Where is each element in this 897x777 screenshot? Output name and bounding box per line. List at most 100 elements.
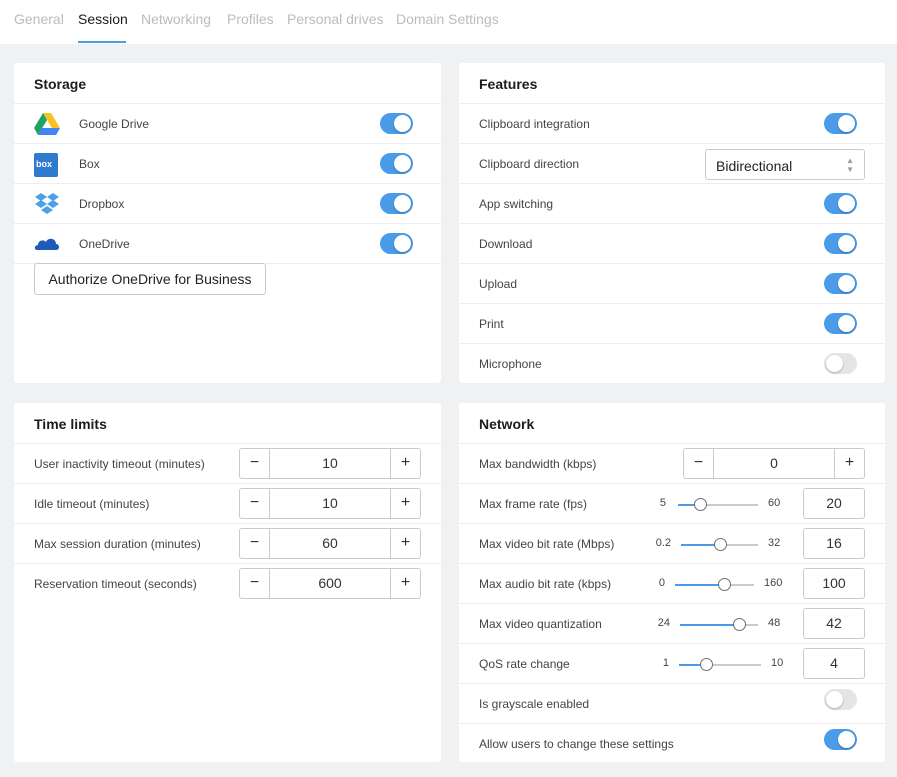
max-video-bit-rate-input[interactable]: 16 [803, 528, 865, 559]
allow-users-change-settings-toggle[interactable] [824, 729, 857, 750]
network-row-qos-rate-change: QoS rate change 1 10 4 [459, 643, 885, 683]
google-drive-icon [34, 113, 60, 135]
idle-timeout-input[interactable]: 10 [270, 489, 390, 518]
slider-max-label: 32 [768, 537, 781, 549]
dropbox-icon [35, 193, 59, 214]
feature-row-app-switching: App switching [459, 183, 885, 223]
max-session-duration-label: Max session duration (minutes) [34, 537, 201, 551]
upload-toggle[interactable] [824, 273, 857, 294]
reservation-timeout-input[interactable]: 600 [270, 569, 390, 598]
authorize-onedrive-business-button[interactable]: Authorize OneDrive for Business [34, 263, 266, 295]
storage-panel: Storage Google Drive box Box Dropbox One… [14, 63, 441, 383]
reservation-timeout-label: Reservation timeout (seconds) [34, 577, 197, 591]
download-label: Download [479, 237, 533, 251]
time-limits-title: Time limits [34, 416, 107, 432]
decrement-button[interactable]: − [684, 449, 714, 478]
time-row-reservation: Reservation timeout (seconds) − 600 + [14, 563, 441, 603]
clipboard-direction-select[interactable]: Bidirectional ▲ ▼ [705, 149, 865, 180]
tab-session[interactable]: Session [78, 11, 128, 27]
user-inactivity-timeout-label: User inactivity timeout (minutes) [34, 457, 205, 471]
max-video-quantization-input[interactable]: 42 [803, 608, 865, 639]
is-grayscale-enabled-toggle[interactable] [824, 689, 857, 710]
slider-max-label: 10 [771, 657, 784, 669]
time-row-user-inactivity: User inactivity timeout (minutes) − 10 + [14, 443, 441, 483]
slider-thumb[interactable] [700, 658, 713, 671]
storage-row-box: box Box [14, 143, 441, 183]
max-video-bit-rate-slider[interactable] [681, 538, 758, 551]
slider-thumb[interactable] [714, 538, 727, 551]
storage-row-dropbox: Dropbox [14, 183, 441, 223]
network-row-grayscale: Is grayscale enabled [459, 683, 885, 723]
increment-button[interactable]: + [390, 569, 420, 598]
box-toggle[interactable] [380, 153, 413, 174]
storage-row-google-drive: Google Drive [14, 103, 441, 143]
tab-networking[interactable]: Networking [141, 11, 211, 27]
slider-max-label: 48 [768, 617, 781, 629]
allow-users-change-settings-label: Allow users to change these settings [479, 737, 674, 751]
feature-row-clipboard-integration: Clipboard integration [459, 103, 885, 143]
dropbox-label: Dropbox [79, 197, 125, 211]
dropbox-toggle[interactable] [380, 193, 413, 214]
network-panel: Network Max bandwidth (kbps) − 0 + Max f… [459, 403, 885, 762]
slider-thumb[interactable] [733, 618, 746, 631]
max-session-duration-input[interactable]: 60 [270, 529, 390, 558]
network-row-max-bandwidth: Max bandwidth (kbps) − 0 + [459, 443, 885, 483]
max-bandwidth-label: Max bandwidth (kbps) [479, 457, 597, 471]
slider-min-label: 5 [659, 497, 666, 509]
decrement-button[interactable]: − [240, 489, 270, 518]
max-video-quantization-label: Max video quantization [479, 617, 602, 631]
network-row-max-audio-bit-rate: Max audio bit rate (kbps) 0 160 100 [459, 563, 885, 603]
slider-max-label: 160 [764, 577, 783, 589]
tab-profiles[interactable]: Profiles [227, 11, 274, 27]
onedrive-toggle[interactable] [380, 233, 413, 254]
slider-thumb[interactable] [694, 498, 707, 511]
max-bandwidth-input[interactable]: 0 [714, 449, 834, 478]
app-switching-toggle[interactable] [824, 193, 857, 214]
features-panel: Features Clipboard integration Clipboard… [459, 63, 885, 383]
slider-min-label: 0.2 [655, 537, 671, 549]
slider-thumb[interactable] [718, 578, 731, 591]
box-label: Box [79, 157, 100, 171]
decrement-button[interactable]: − [240, 569, 270, 598]
reservation-timeout-stepper: − 600 + [239, 568, 421, 599]
max-frame-rate-input[interactable]: 20 [803, 488, 865, 519]
tab-domain-settings[interactable]: Domain Settings [396, 11, 499, 27]
print-toggle[interactable] [824, 313, 857, 334]
increment-button[interactable]: + [390, 529, 420, 558]
qos-rate-change-input[interactable]: 4 [803, 648, 865, 679]
print-label: Print [479, 317, 504, 331]
feature-row-upload: Upload [459, 263, 885, 303]
max-audio-bit-rate-input[interactable]: 100 [803, 568, 865, 599]
decrement-button[interactable]: − [240, 529, 270, 558]
network-title: Network [479, 416, 535, 432]
tab-personal-drives[interactable]: Personal drives [287, 11, 384, 27]
download-toggle[interactable] [824, 233, 857, 254]
slider-min-label: 1 [662, 657, 669, 669]
clipboard-integration-label: Clipboard integration [479, 117, 590, 131]
increment-button[interactable]: + [390, 489, 420, 518]
onedrive-icon [34, 238, 59, 250]
qos-rate-change-label: QoS rate change [479, 657, 570, 671]
increment-button[interactable]: + [390, 449, 420, 478]
qos-rate-change-slider[interactable] [679, 658, 761, 671]
max-bandwidth-stepper: − 0 + [683, 448, 865, 479]
time-limits-panel: Time limits User inactivity timeout (min… [14, 403, 441, 762]
active-tab-indicator [78, 41, 126, 43]
idle-timeout-stepper: − 10 + [239, 488, 421, 519]
upload-label: Upload [479, 277, 518, 291]
max-audio-bit-rate-slider[interactable] [675, 578, 754, 591]
user-inactivity-timeout-input[interactable]: 10 [270, 449, 390, 478]
feature-row-download: Download [459, 223, 885, 263]
microphone-toggle[interactable] [824, 353, 857, 374]
google-drive-toggle[interactable] [380, 113, 413, 134]
clipboard-direction-value: Bidirectional [716, 158, 793, 174]
increment-button[interactable]: + [834, 449, 864, 478]
tab-bar: General Session Networking Profiles Pers… [0, 0, 897, 44]
decrement-button[interactable]: − [240, 449, 270, 478]
tab-general[interactable]: General [14, 11, 64, 27]
max-frame-rate-slider[interactable] [678, 498, 758, 511]
onedrive-label: OneDrive [79, 237, 130, 251]
network-row-max-frame-rate: Max frame rate (fps) 5 60 20 [459, 483, 885, 523]
max-video-quantization-slider[interactable] [680, 618, 758, 631]
clipboard-integration-toggle[interactable] [824, 113, 857, 134]
